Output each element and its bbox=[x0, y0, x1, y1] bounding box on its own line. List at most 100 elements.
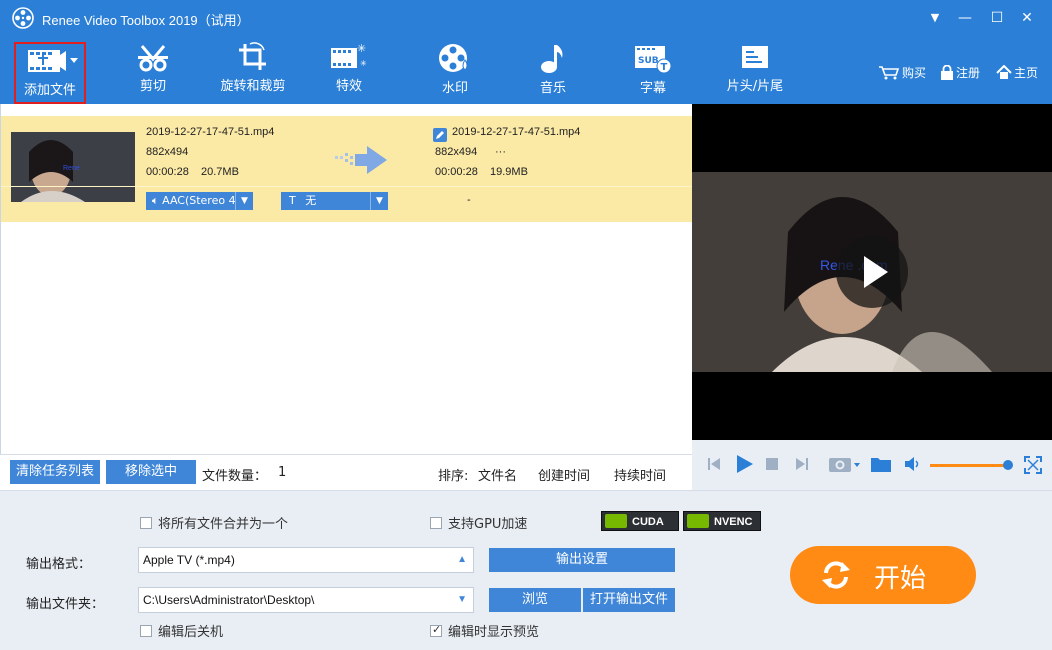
output-format-select[interactable]: Apple TV (*.mp4) ▲ bbox=[138, 547, 474, 573]
menu-dropdown-button[interactable]: ▼ bbox=[922, 6, 948, 30]
fullscreen-icon[interactable] bbox=[1024, 456, 1042, 474]
folder-icon[interactable] bbox=[870, 455, 892, 473]
checkbox-box[interactable] bbox=[430, 517, 442, 529]
skip-previous-icon[interactable] bbox=[706, 456, 722, 472]
checkbox-box[interactable] bbox=[430, 623, 442, 637]
chevron-down-icon: ▼ bbox=[457, 594, 467, 605]
watermark-icon bbox=[439, 44, 468, 72]
buy-label: 购买 bbox=[902, 66, 927, 80]
volume-icon[interactable] bbox=[904, 457, 922, 471]
video-thumbnail[interactable]: Rene bbox=[11, 132, 135, 202]
output-size: 19.9MB bbox=[490, 166, 528, 178]
toolbar-label: 水印 bbox=[441, 81, 468, 96]
browse-button[interactable]: 浏览 bbox=[489, 588, 581, 612]
rotate-crop-button[interactable]: 旋转和裁剪 bbox=[210, 36, 296, 104]
chevron-down-icon: ▼ bbox=[235, 192, 253, 210]
edit-pencil-icon[interactable] bbox=[433, 128, 447, 142]
row-divider bbox=[1, 186, 693, 187]
merge-files-label: 将所有文件合并为一个 bbox=[158, 517, 289, 532]
preview-frame: Rene .com bbox=[692, 172, 1052, 372]
close-button[interactable]: ✕ bbox=[1014, 6, 1040, 30]
output-resolution: 882x494 bbox=[435, 146, 478, 158]
toolbar-label: 特效 bbox=[335, 79, 362, 94]
cut-button[interactable]: 剪切 bbox=[118, 36, 188, 104]
svg-text:T: T bbox=[661, 62, 668, 73]
cut-icon bbox=[138, 45, 168, 72]
play-icon bbox=[864, 256, 888, 288]
sort-by-created[interactable]: 创建时间 bbox=[538, 465, 590, 484]
svg-text:✳: ✳ bbox=[357, 42, 366, 55]
stop-icon[interactable] bbox=[766, 458, 778, 470]
toolbar: 添加文件 剪切 旋转和裁剪 ✳ ✳ 特效 水印 音乐 SUB T 字幕 片头/片… bbox=[0, 36, 1052, 104]
merge-files-checkbox[interactable]: 将所有文件合并为一个 bbox=[140, 513, 288, 532]
nvenc-label: NVENC bbox=[714, 516, 753, 528]
svg-text:✳: ✳ bbox=[360, 59, 367, 68]
home-link[interactable]: 主页 bbox=[996, 64, 1038, 81]
video-preview[interactable]: Rene .com bbox=[692, 104, 1052, 440]
gpu-acceleration-checkbox[interactable]: 支持GPU加速 bbox=[430, 513, 527, 532]
thumbnail-image: Rene bbox=[11, 132, 135, 202]
show-preview-checkbox[interactable]: 编辑时显示预览 bbox=[430, 621, 539, 640]
open-output-folder-button[interactable]: 打开输出文件 bbox=[583, 588, 675, 612]
speaker-icon: 🔈︎ bbox=[152, 194, 159, 207]
subtitle-select[interactable]: T 无 ▼ bbox=[281, 192, 388, 210]
output-duration: 00:00:28 bbox=[435, 166, 478, 178]
audio-track-select[interactable]: 🔈︎ AAC(Stereo 4 ▼ bbox=[146, 192, 253, 210]
sort-by-name[interactable]: 文件名 bbox=[478, 465, 517, 484]
checkbox-box[interactable] bbox=[140, 625, 152, 637]
volume-slider-track[interactable] bbox=[930, 464, 1010, 467]
file-count-label: 文件数量： bbox=[202, 469, 268, 484]
subtitle-t-icon: T bbox=[289, 194, 296, 207]
output-settings-button[interactable]: 输出设置 bbox=[489, 548, 675, 572]
nvenc-badge: NVENC bbox=[683, 511, 761, 531]
window-title: Renee Video Toolbox 2019（试用） bbox=[42, 13, 250, 28]
register-link[interactable]: 注册 bbox=[940, 64, 980, 81]
output-more[interactable]: ··· bbox=[495, 146, 506, 158]
toolbar-label: 片头/片尾 bbox=[726, 79, 784, 94]
shutdown-after-edit-checkbox[interactable]: 编辑后关机 bbox=[140, 621, 223, 640]
add-file-button[interactable]: 添加文件 bbox=[14, 42, 86, 104]
music-note-icon bbox=[541, 45, 563, 73]
buy-link[interactable]: 购买 bbox=[878, 64, 926, 81]
toolbar-label: 添加文件 bbox=[23, 83, 76, 98]
clear-task-list-button[interactable]: 清除任务列表 bbox=[10, 460, 100, 484]
minimize-button[interactable]: — bbox=[952, 6, 978, 30]
toolbar-label: 字幕 bbox=[639, 81, 666, 96]
volume-slider-handle[interactable] bbox=[1003, 460, 1014, 470]
intro-outro-button[interactable]: 片头/片尾 bbox=[718, 36, 792, 104]
effects-button[interactable]: ✳ ✳ 特效 bbox=[316, 36, 382, 104]
start-label: 开始 bbox=[874, 564, 927, 594]
nvidia-logo-icon bbox=[605, 514, 627, 528]
player-controls bbox=[692, 440, 1052, 490]
convert-arrow-icon bbox=[335, 146, 387, 174]
home-label: 主页 bbox=[1014, 66, 1039, 80]
checkbox-box[interactable] bbox=[140, 517, 152, 529]
output-format-value: Apple TV (*.mp4) bbox=[143, 553, 235, 567]
lock-icon bbox=[941, 64, 953, 80]
subtitle-icon: SUB T bbox=[635, 46, 672, 74]
skip-next-icon[interactable] bbox=[794, 456, 810, 472]
music-button[interactable]: 音乐 bbox=[520, 36, 586, 104]
subtitle-value: 无 bbox=[305, 194, 317, 207]
remove-selected-button[interactable]: 移除选中 bbox=[106, 460, 196, 484]
task-row[interactable]: Rene 2019-12-27-17-47-51.mp4 882x494 00:… bbox=[1, 116, 693, 222]
camera-icon[interactable] bbox=[828, 455, 862, 473]
nvidia-logo-icon bbox=[687, 514, 709, 528]
output-folder-select[interactable]: C:\Users\Administrator\Desktop\ ▼ bbox=[138, 587, 474, 613]
play-overlay-button[interactable] bbox=[836, 236, 908, 308]
watermark-button[interactable]: 水印 bbox=[422, 36, 488, 104]
play-icon[interactable] bbox=[734, 454, 754, 474]
home-icon bbox=[996, 64, 1012, 79]
toolbar-label: 音乐 bbox=[539, 81, 566, 96]
audio-track-value: AAC(Stereo 4 bbox=[162, 194, 236, 207]
maximize-button[interactable]: ☐ bbox=[984, 6, 1010, 30]
subtitle-button[interactable]: SUB T 字幕 bbox=[620, 36, 686, 104]
start-button[interactable]: 开始 bbox=[790, 546, 976, 604]
sort-by-duration[interactable]: 持续时间 bbox=[614, 465, 666, 484]
svg-text:SUB: SUB bbox=[638, 56, 659, 66]
output-folder-label: 输出文件夹： bbox=[26, 597, 105, 612]
intro-outro-icon bbox=[742, 46, 768, 68]
output-filename: 2019-12-27-17-47-51.mp4 bbox=[452, 126, 581, 138]
chevron-up-icon: ▲ bbox=[457, 554, 467, 565]
cuda-badge: CUDA bbox=[601, 511, 679, 531]
